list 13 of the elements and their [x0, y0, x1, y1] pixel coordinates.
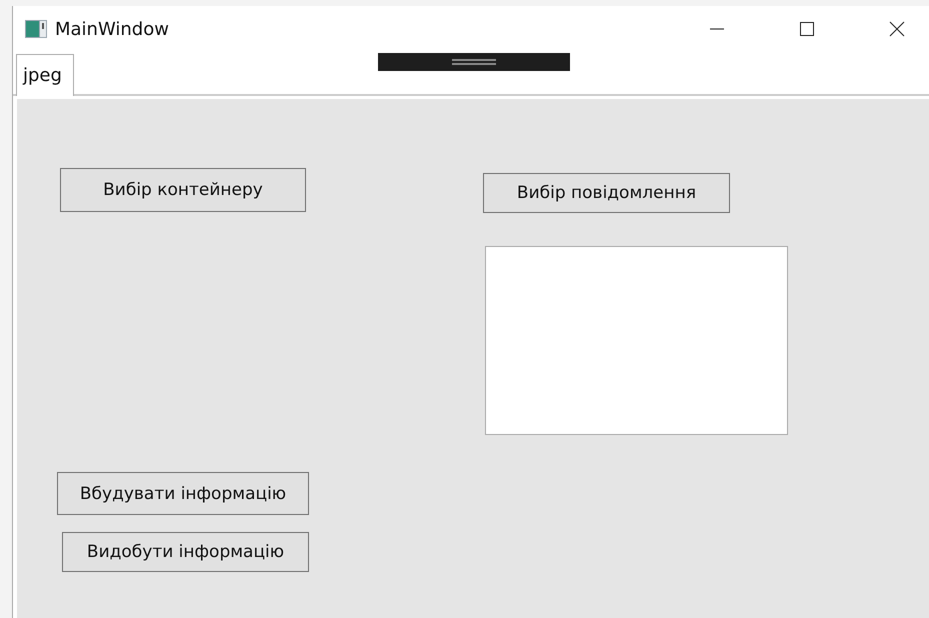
- window-title: MainWindow: [55, 18, 170, 40]
- message-text-field[interactable]: [485, 246, 788, 435]
- maximize-icon: [799, 21, 815, 37]
- action-button[interactable]: Вибір контейнеру: [60, 168, 306, 212]
- debug-toolbar[interactable]: [378, 53, 570, 71]
- action-button[interactable]: Видобути інформацію: [62, 532, 309, 572]
- tab[interactable]: jpeg: [16, 54, 74, 96]
- close-icon: [889, 21, 905, 37]
- minimize-icon: [710, 28, 724, 30]
- action-button[interactable]: Вбудувати інформацію: [57, 472, 309, 515]
- grip-icon: [452, 59, 496, 65]
- select-message-button[interactable]: Вибір повідомлення: [483, 173, 730, 213]
- app-icon: [25, 20, 47, 38]
